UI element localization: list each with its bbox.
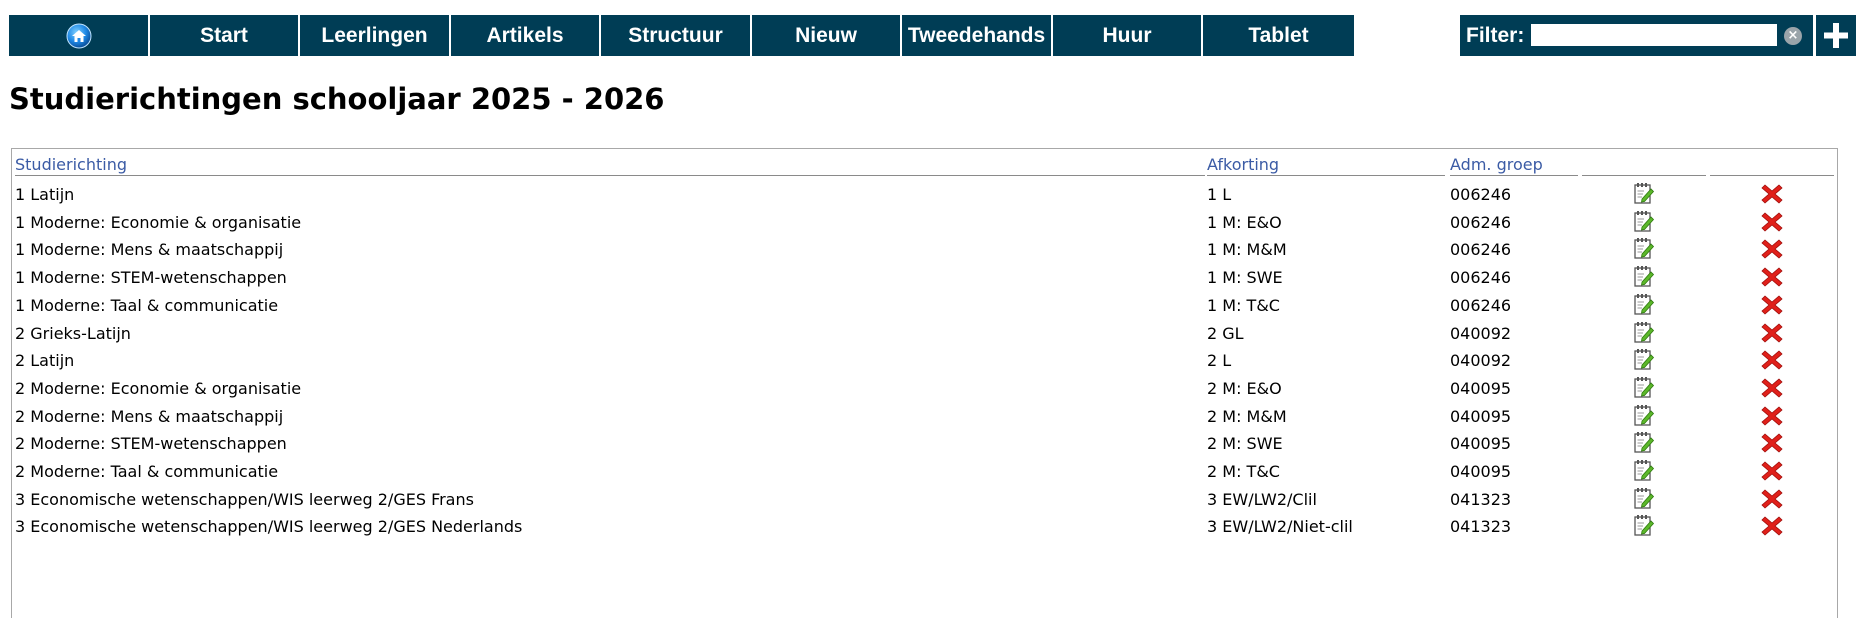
delete-icon[interactable] bbox=[1760, 487, 1784, 511]
delete-icon[interactable] bbox=[1760, 514, 1784, 538]
afkorting-cell: 2 M: T&C bbox=[1207, 462, 1280, 481]
filter-input[interactable] bbox=[1531, 24, 1777, 46]
delete-icon[interactable] bbox=[1760, 404, 1784, 428]
nav-start[interactable]: Start bbox=[150, 15, 300, 56]
filter-label: Filter: bbox=[1466, 24, 1525, 47]
delete-icon[interactable] bbox=[1760, 293, 1784, 317]
studierichting-cell: 1 Moderne: STEM-wetenschappen bbox=[15, 268, 287, 288]
column-header-delete bbox=[1710, 155, 1834, 176]
main-nav: Start Leerlingen Artikels Structuur Nieu… bbox=[9, 15, 1354, 56]
delete-icon[interactable] bbox=[1760, 182, 1784, 206]
delete-icon[interactable] bbox=[1760, 348, 1784, 372]
studierichting-cell: 2 Moderne: Mens & maatschappij bbox=[15, 406, 284, 426]
afkorting-cell: 1 M: SWE bbox=[1207, 268, 1283, 288]
plus-icon bbox=[1824, 23, 1848, 48]
adm-groep-cell: 006246 bbox=[1450, 268, 1512, 288]
studierichting-cell: 2 Grieks-Latijn bbox=[15, 323, 131, 343]
edit-icon[interactable] bbox=[1632, 403, 1656, 427]
adm-groep-cell: 040095 bbox=[1450, 434, 1512, 454]
afkorting-cell: 1 L bbox=[1207, 185, 1232, 204]
edit-icon[interactable] bbox=[1632, 375, 1656, 399]
nav-huur[interactable]: Huur bbox=[1053, 15, 1203, 56]
delete-icon[interactable] bbox=[1760, 431, 1784, 455]
delete-icon[interactable] bbox=[1760, 321, 1784, 345]
afkorting-cell: 2 M: E&O bbox=[1207, 378, 1282, 398]
studierichting-cell: 1 Latijn bbox=[15, 185, 75, 204]
adm-groep-cell: 006246 bbox=[1450, 295, 1512, 315]
studierichting-cell: 2 Latijn bbox=[15, 351, 75, 371]
studierichting-cell: 2 Moderne: STEM-wetenschappen bbox=[15, 434, 287, 454]
edit-icon[interactable] bbox=[1632, 430, 1656, 454]
afkorting-cell: 2 L bbox=[1207, 351, 1232, 371]
nav-artikels[interactable]: Artikels bbox=[451, 15, 601, 56]
edit-icon[interactable] bbox=[1632, 292, 1656, 316]
edit-icon[interactable] bbox=[1632, 458, 1656, 482]
column-header-afkorting[interactable]: Afkorting bbox=[1207, 155, 1445, 176]
edit-icon[interactable] bbox=[1632, 236, 1656, 260]
delete-icon[interactable] bbox=[1760, 376, 1784, 400]
afkorting-cell: 1 M: T&C bbox=[1207, 295, 1280, 315]
studierichting-cell: 2 Moderne: Taal & communicatie bbox=[15, 462, 279, 481]
studierichting-cell: 2 Moderne: Economie & organisatie bbox=[15, 378, 302, 398]
adm-groep-cell: 006246 bbox=[1450, 212, 1512, 232]
table-row: 3 Economische wetenschappen/WIS leerweg … bbox=[0, 510, 1862, 543]
adm-groep-cell: 040095 bbox=[1450, 406, 1512, 426]
nav-tablet[interactable]: Tablet bbox=[1203, 15, 1354, 56]
afkorting-cell: 2 M: M&M bbox=[1207, 406, 1287, 426]
studierichting-cell: 3 Economische wetenschappen/WIS leerweg … bbox=[15, 517, 523, 537]
nav-leerlingen[interactable]: Leerlingen bbox=[300, 15, 451, 56]
column-header-edit bbox=[1582, 155, 1706, 176]
home-icon bbox=[66, 23, 91, 48]
clear-icon[interactable]: × bbox=[1784, 27, 1802, 45]
delete-icon[interactable] bbox=[1760, 210, 1784, 234]
edit-icon[interactable] bbox=[1632, 181, 1656, 205]
column-header-studierichting[interactable]: Studierichting bbox=[15, 155, 1205, 176]
edit-icon[interactable] bbox=[1632, 209, 1656, 233]
adm-groep-cell: 041323 bbox=[1450, 489, 1512, 509]
edit-icon[interactable] bbox=[1632, 347, 1656, 371]
page-title: Studierichtingen schooljaar 2025 - 2026 bbox=[9, 82, 665, 116]
nav-home[interactable] bbox=[9, 15, 150, 56]
delete-icon[interactable] bbox=[1760, 265, 1784, 289]
studierichting-cell: 1 Moderne: Mens & maatschappij bbox=[15, 240, 284, 260]
nav-tweedehands[interactable]: Tweedehands bbox=[902, 15, 1053, 56]
edit-icon[interactable] bbox=[1632, 486, 1656, 510]
edit-icon[interactable] bbox=[1632, 264, 1656, 288]
adm-groep-cell: 006246 bbox=[1450, 185, 1512, 204]
afkorting-cell: 3 EW/LW2/Clil bbox=[1207, 489, 1317, 509]
delete-icon[interactable] bbox=[1760, 237, 1784, 261]
adm-groep-cell: 040092 bbox=[1450, 323, 1512, 343]
edit-icon[interactable] bbox=[1632, 320, 1656, 344]
adm-groep-cell: 006246 bbox=[1450, 240, 1512, 260]
edit-icon[interactable] bbox=[1632, 513, 1656, 537]
adm-groep-cell: 040095 bbox=[1450, 462, 1512, 481]
adm-groep-cell: 040092 bbox=[1450, 351, 1512, 371]
add-button[interactable] bbox=[1816, 15, 1856, 56]
adm-groep-cell: 041323 bbox=[1450, 517, 1512, 537]
afkorting-cell: 1 M: M&M bbox=[1207, 240, 1287, 260]
filter-bar: Filter: × bbox=[1460, 15, 1813, 56]
afkorting-cell: 1 M: E&O bbox=[1207, 212, 1282, 232]
afkorting-cell: 3 EW/LW2/Niet-clil bbox=[1207, 517, 1353, 537]
studierichting-cell: 3 Economische wetenschappen/WIS leerweg … bbox=[15, 489, 474, 509]
studierichting-cell: 1 Moderne: Economie & organisatie bbox=[15, 212, 302, 232]
afkorting-cell: 2 GL bbox=[1207, 323, 1244, 343]
delete-icon[interactable] bbox=[1760, 459, 1784, 483]
studierichting-cell: 1 Moderne: Taal & communicatie bbox=[15, 295, 279, 315]
adm-groep-cell: 040095 bbox=[1450, 378, 1512, 398]
nav-nieuw[interactable]: Nieuw bbox=[752, 15, 902, 56]
afkorting-cell: 2 M: SWE bbox=[1207, 434, 1283, 454]
column-header-adm-groep[interactable]: Adm. groep bbox=[1450, 155, 1578, 176]
nav-structuur[interactable]: Structuur bbox=[601, 15, 752, 56]
